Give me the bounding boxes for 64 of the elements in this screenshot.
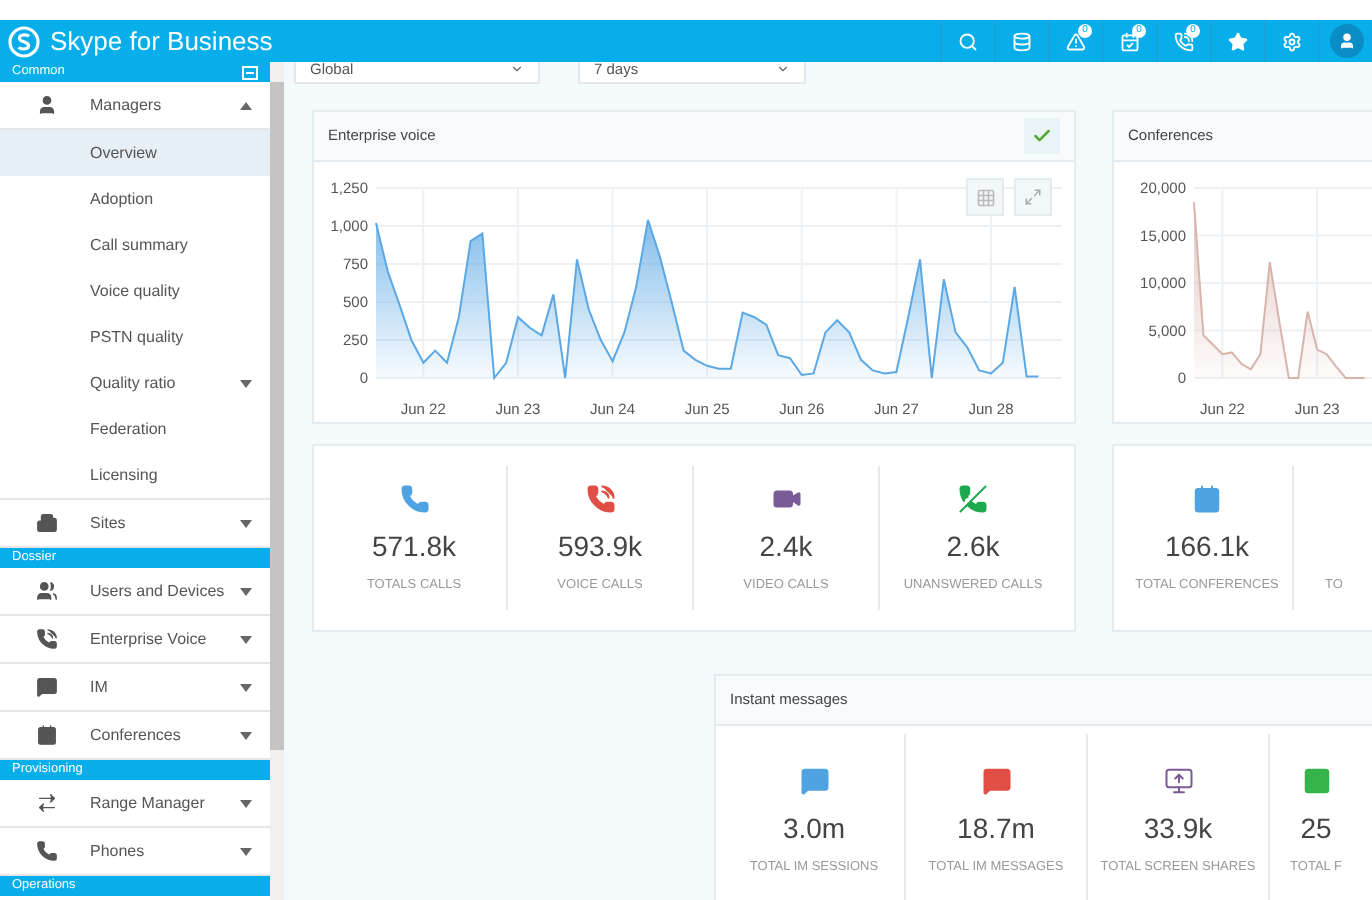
arrows-icon [36, 792, 58, 814]
chevron-down-icon [776, 62, 790, 76]
caret-down-icon [240, 847, 252, 855]
database-icon [1012, 31, 1032, 51]
caret-down-icon [240, 379, 252, 387]
logo-icon [8, 25, 40, 57]
star-icon [1228, 31, 1248, 51]
stat-value: 3.0m [782, 814, 846, 843]
sidebar-item-label: Licensing [90, 463, 160, 487]
alert-icon [1066, 31, 1086, 51]
people-icon [36, 580, 58, 602]
sidebar-item-label: Quality ratio [90, 371, 178, 395]
check-icon [1032, 126, 1052, 146]
sidebar-item[interactable]: Overview [0, 130, 270, 176]
sidebar-item-label: Phones [90, 839, 147, 863]
settings-icon [1282, 31, 1302, 51]
sidebar-item-label: Users and Devices [90, 579, 227, 603]
caret-down-icon [240, 731, 252, 739]
sidebar-item-label: Federation [90, 417, 169, 441]
phone-icon [36, 840, 58, 862]
sidebar-item-label: Overview [90, 141, 159, 165]
sidebar-item-label: Voice quality [90, 279, 182, 303]
chevron-down-icon [510, 62, 524, 76]
calendar-icon [36, 724, 58, 746]
stat-value: 2.6k [946, 532, 1000, 561]
caret-up-icon [240, 101, 252, 109]
table-view-button[interactable] [966, 178, 1004, 216]
caret-down-icon [240, 587, 252, 595]
avatar[interactable] [1329, 24, 1363, 58]
stat-value: 33.9k [1143, 814, 1213, 843]
stat-value: 593.9k [557, 532, 643, 561]
sidebar-item-label: Range Manager [90, 791, 207, 815]
sidebar-item-label: Conferences [90, 723, 183, 747]
grid-icon [975, 187, 995, 207]
caret-down-icon [240, 799, 252, 807]
stat-value: 2.4k [759, 532, 813, 561]
scrollbar-thumb[interactable] [270, 82, 284, 750]
stat-value: 25 [1300, 814, 1332, 843]
expand-icon [1024, 188, 1042, 206]
expand-button[interactable] [1014, 178, 1052, 216]
sidebar-item-label: Call summary [90, 233, 190, 257]
caret-down-icon [240, 683, 252, 691]
caret-down-icon [240, 635, 252, 643]
sidebar-item-label: Sites [90, 511, 128, 535]
scrollbar[interactable] [270, 62, 284, 900]
collapse-icon[interactable] [242, 65, 258, 79]
sidebar-item-label: Enterprise Voice [90, 627, 209, 651]
phone-call-icon [36, 628, 58, 650]
user-icon [1337, 32, 1355, 50]
stat-value: 571.8k [371, 532, 457, 561]
sidebar-item-label: Managers [90, 93, 164, 117]
chat-icon [36, 676, 58, 698]
search-icon [958, 31, 978, 51]
check-button[interactable] [1024, 118, 1060, 154]
calendar-icon [1120, 31, 1140, 51]
caret-down-icon [240, 519, 252, 527]
app-title: Skype for Business [50, 23, 273, 60]
person-icon [36, 94, 58, 116]
stat-value: 18.7m [957, 814, 1035, 843]
sidebar-item-label: Adoption [90, 187, 156, 211]
sidebar-item-label: PSTN quality [90, 325, 186, 349]
stat-value: 166.1k [1164, 532, 1250, 561]
sidebar-item-label: IM [90, 675, 110, 699]
phone-call-icon [1174, 31, 1194, 51]
